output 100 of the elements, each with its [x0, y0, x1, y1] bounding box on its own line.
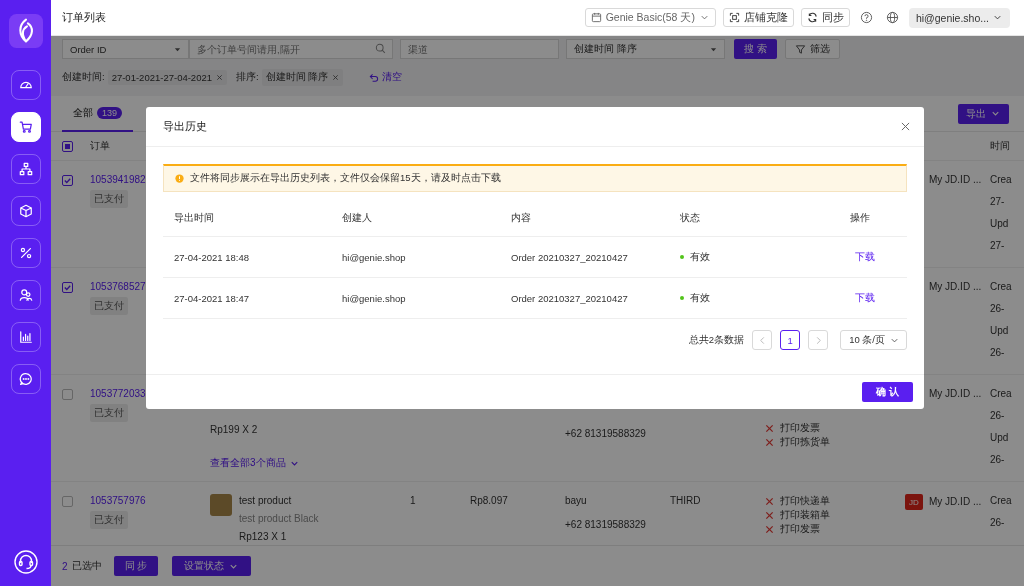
dialog-title: 导出历史 [163, 119, 207, 134]
chip-label: 创建时间: [62, 71, 105, 84]
count-badge: 139 [97, 106, 123, 119]
plan-dropdown[interactable]: Genie Basic(58 天) [584, 8, 716, 27]
print-task: 打印快递单 [780, 494, 830, 508]
search-button[interactable]: 搜 索 [734, 39, 777, 59]
creator-email: hi@genie.shop [341, 251, 407, 263]
order-id-link[interactable]: 1053768527 [90, 280, 146, 294]
row-checkbox[interactable] [62, 496, 73, 507]
remove-icon[interactable] [332, 74, 340, 81]
account-menu[interactable]: hi@genie.sho... [908, 7, 1010, 28]
status-tag: 已支付 [90, 297, 128, 315]
time-text: Crea [990, 494, 1012, 508]
frame-icon [728, 12, 740, 23]
time-text: Upd [990, 324, 1009, 338]
export-button[interactable]: 导出 [958, 103, 1009, 124]
column-header: 状态 [679, 211, 701, 225]
tab[interactable]: 全部 139 [62, 95, 134, 132]
price-quantity: Rp199 X 2 [210, 423, 258, 437]
nav-users-icon[interactable] [10, 280, 41, 310]
status-tag: 已支付 [90, 511, 128, 529]
select-all-checkbox[interactable] [62, 140, 73, 152]
clone-store-button[interactable]: 店铺克隆 [722, 8, 794, 27]
notice-text: 文件将同步展示在导出历史列表，文件仅会保留15天，请及时点击下载 [190, 172, 501, 185]
photo-placeholder [210, 494, 232, 516]
order-id-search-field[interactable]: 多个订单号间请用,隔开 [189, 39, 393, 59]
page-size-select[interactable]: 10 条/页 [840, 330, 907, 350]
clear-link[interactable]: 清空 [368, 71, 403, 84]
print-task: 打印拣货单 [780, 435, 830, 449]
export-time: 27-04-2021 18:48 [173, 251, 250, 263]
nav-gauge-icon[interactable] [10, 70, 41, 100]
store-name: My JD.ID ... [929, 280, 982, 294]
time-text: Crea [990, 280, 1012, 294]
selected-label: 已选中 [71, 559, 102, 573]
nav-hierarchy-icon[interactable] [10, 154, 41, 184]
row-checkbox[interactable] [62, 389, 73, 400]
amount: Rp8.097 [470, 494, 508, 508]
set-status-dropdown[interactable]: 设置状态 [172, 556, 252, 576]
time-text: Crea [990, 387, 1012, 401]
page-title: 订单列表 [62, 10, 106, 25]
order-id-link[interactable]: 1053772033 [90, 387, 146, 401]
filter-button[interactable]: 筛选 [784, 39, 840, 59]
row-checkbox[interactable] [62, 175, 73, 186]
page-button[interactable]: 1 [780, 330, 801, 350]
search-icon[interactable] [375, 43, 386, 54]
time-text: 26- [990, 453, 1005, 467]
time-text: 26- [990, 516, 1005, 530]
row-checkbox[interactable] [62, 282, 73, 293]
bulk-sync-button[interactable]: 同 步 [113, 556, 159, 576]
warning-icon [175, 174, 184, 183]
time-text: Upd [990, 431, 1009, 445]
view-all-link[interactable]: 查看全部3个商品 [210, 456, 300, 470]
headset-icon[interactable] [13, 550, 38, 574]
creator-email: hi@genie.shop [341, 292, 407, 304]
download-link[interactable]: 下载 [855, 291, 875, 303]
print-task: 打印发票 [780, 421, 820, 435]
selected-count: 2 [62, 560, 68, 572]
column-header: 时间 [990, 139, 1011, 153]
undo-icon [368, 72, 380, 83]
store-name: My JD.ID ... [929, 173, 982, 187]
confirm-button[interactable]: 确 认 [862, 382, 913, 402]
calendar-icon [590, 12, 602, 23]
nav-chat-icon[interactable] [10, 364, 41, 394]
product-variant: test product Black [239, 512, 319, 526]
close-icon[interactable] [901, 122, 910, 131]
status-text: 有效 [690, 250, 710, 264]
nav-chart-icon[interactable] [10, 322, 41, 352]
store-logo: JD [905, 494, 923, 510]
filter-icon [794, 43, 806, 55]
buyer-phone: +62 81319588329 [565, 518, 646, 532]
time-text: 27- [990, 239, 1005, 253]
channel-field[interactable]: 渠道 [400, 39, 559, 59]
print-task: 打印发票 [780, 522, 820, 536]
download-link[interactable]: 下载 [855, 250, 875, 262]
order-id-link[interactable]: 1053757976 [90, 494, 146, 508]
quantity: 1 [410, 494, 416, 508]
column-header: 导出时间 [173, 211, 215, 225]
product-name: test product [239, 494, 292, 508]
store-name: My JD.ID ... [929, 387, 982, 401]
order-id-link[interactable]: 1053941982 [90, 173, 146, 187]
filter-chip[interactable]: 27-01-2021-27-04-2021 [107, 70, 227, 85]
export-content: Order 20210327_20210427 [510, 251, 629, 263]
nav-cart-icon[interactable] [10, 112, 41, 142]
column-header: 内容 [510, 211, 532, 225]
sync-button[interactable]: 同步 [800, 8, 850, 27]
globe-icon[interactable] [885, 11, 899, 24]
nav-cube-icon[interactable] [10, 196, 41, 226]
id-type-select[interactable]: Order ID [62, 39, 189, 59]
print-task: 打印装箱单 [780, 508, 830, 522]
nav-percent-icon[interactable] [10, 238, 41, 268]
status-tag: 已支付 [90, 404, 128, 422]
shipping-type: THIRD [670, 494, 701, 508]
remove-icon[interactable] [216, 74, 223, 81]
sort-select[interactable]: 创建时间 降序 [566, 39, 725, 59]
refresh-icon [806, 12, 818, 23]
export-content: Order 20210327_20210427 [510, 292, 629, 304]
filter-chip[interactable]: 创建时间 降序 [261, 69, 344, 86]
caret-icon [174, 45, 181, 53]
help-icon[interactable] [859, 11, 873, 24]
buyer-name: bayu [565, 494, 587, 508]
